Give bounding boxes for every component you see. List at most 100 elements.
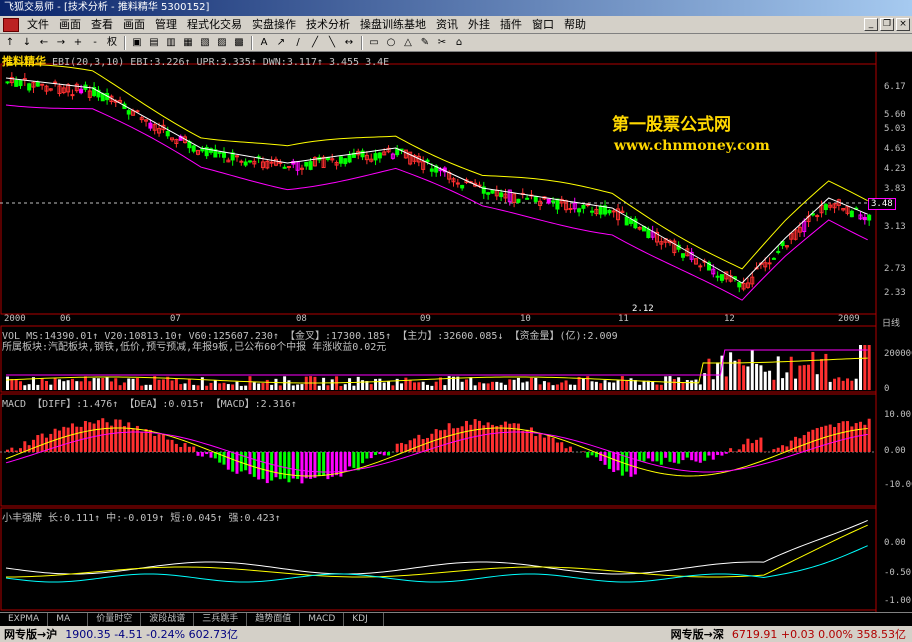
toolbar-button[interactable]: A — [256, 36, 272, 50]
toolbar-button[interactable]: ↗ — [273, 36, 289, 50]
toolbar-button[interactable]: ▨ — [214, 36, 230, 50]
toolbar-button[interactable]: / — [290, 36, 306, 50]
volume-bar — [330, 379, 334, 390]
app-icon[interactable] — [3, 17, 19, 32]
menu-item[interactable]: 画面 — [118, 16, 150, 34]
toolbar-button[interactable]: ✎ — [417, 36, 433, 50]
toolbar-button[interactable]: ▩ — [231, 36, 247, 50]
indicator-tab[interactable]: 三兵跳手 — [194, 613, 248, 626]
indicator-tab[interactable]: MACD — [300, 613, 345, 626]
toolbar-button[interactable]: 权 — [104, 36, 120, 50]
toolbar-button[interactable]: ○ — [383, 36, 399, 50]
macd-bar — [772, 449, 776, 452]
candle-body — [568, 207, 573, 210]
macd-bar — [23, 441, 27, 452]
menu-item[interactable]: 程式化交易 — [182, 16, 247, 34]
menu-item[interactable]: 插件 — [495, 16, 527, 34]
menu-item[interactable]: 操盘训练基地 — [355, 16, 431, 34]
volume-bar — [426, 384, 430, 390]
volume-bar — [62, 381, 66, 390]
indicator-tab[interactable]: EXPMA — [0, 613, 49, 626]
toolbar-button[interactable]: + — [70, 36, 86, 50]
candle-body — [304, 161, 309, 167]
toolbar-button[interactable]: ▭ — [366, 36, 382, 50]
scale-label: -10.00 — [884, 480, 912, 490]
toolbar-separator — [251, 35, 253, 50]
menu-item[interactable]: 帮助 — [559, 16, 591, 34]
toolbar-button[interactable]: △ — [400, 36, 416, 50]
macd-bar — [464, 420, 468, 452]
time-label: 2009 — [838, 314, 860, 324]
indicator-tab[interactable]: MA — [48, 613, 89, 626]
toolbar-button[interactable]: - — [87, 36, 103, 50]
macd-bar — [802, 435, 806, 452]
menu-item[interactable]: 资讯 — [431, 16, 463, 34]
macd-bar — [560, 442, 564, 452]
sh-market-label[interactable]: 网专版→沪 — [0, 626, 61, 642]
toolbar-button[interactable]: ▦ — [180, 36, 196, 50]
restore-icon[interactable]: ❐ — [880, 18, 894, 31]
volume-bar — [244, 385, 248, 390]
candle-body — [200, 148, 205, 152]
macd-bar — [720, 452, 724, 456]
volume-bar — [781, 378, 785, 390]
scale-label: -1.00 — [884, 596, 912, 606]
menu-item[interactable]: 查看 — [86, 16, 118, 34]
menu-item[interactable]: 管理 — [150, 16, 182, 34]
time-label: 09 — [420, 314, 431, 324]
volume-bar — [18, 381, 22, 390]
menu-item[interactable]: 技术分析 — [301, 16, 355, 34]
toolbar-button[interactable]: ▥ — [163, 36, 179, 50]
toolbar-button[interactable]: ↑ — [2, 36, 18, 50]
candle-body — [516, 198, 521, 203]
candle-body — [53, 81, 58, 84]
menu-item[interactable]: 画面 — [54, 16, 86, 34]
macd-bar — [447, 423, 451, 452]
macd-bar — [612, 452, 616, 472]
menu-item[interactable]: 文件 — [22, 16, 54, 34]
toolbar-button[interactable]: ▤ — [146, 36, 162, 50]
macd-bar — [413, 438, 417, 452]
toolbar: ↑ ↓ ← → + - 权 ▣ ▤ ▥ ▦ ▧ ▨ ▩ A ↗ / ╱ ╲ ↔ ▭ ○ △ ✎ ✂ ⌂ — [0, 34, 912, 52]
macd-bar — [400, 442, 404, 452]
indicator-tab[interactable]: KDJ — [344, 613, 385, 626]
macd-bar — [586, 452, 590, 458]
volume-bar — [135, 378, 139, 390]
menu-item[interactable]: 窗口 — [527, 16, 559, 34]
macd-bar — [122, 426, 126, 452]
menu-item[interactable]: 实盘操作 — [247, 16, 301, 34]
toolbar-button[interactable]: ▧ — [197, 36, 213, 50]
volume-bar — [703, 373, 707, 390]
indicator-tab[interactable]: 波段战谱 — [141, 613, 195, 626]
toolbar-button[interactable]: → — [53, 36, 69, 50]
macd-bar — [296, 452, 300, 479]
toolbar-button[interactable]: ╲ — [324, 36, 340, 50]
toolbar-button[interactable]: ↔ — [341, 36, 357, 50]
volume-bar — [503, 384, 507, 390]
toolbar-button[interactable]: ✂ — [434, 36, 450, 50]
volume-bar — [859, 345, 863, 390]
indicator-tab[interactable]: 趋势面值 — [247, 613, 301, 626]
toolbar-button[interactable]: ⌂ — [451, 36, 467, 50]
volume-bar — [612, 382, 616, 390]
macd-bar — [707, 452, 711, 456]
chart-area[interactable]: 推料精华 EBI(20,3,10) EBI:3.226↑ UPR:3.335↑ … — [0, 52, 912, 612]
candle-body — [715, 275, 720, 278]
toolbar-button[interactable]: ▣ — [129, 36, 145, 50]
volume-bar — [391, 385, 395, 390]
toolbar-button[interactable]: ↓ — [19, 36, 35, 50]
indicator-tab[interactable]: 价量时空 — [88, 613, 142, 626]
macd-bar — [27, 445, 31, 452]
menu-item[interactable]: 外挂 — [463, 16, 495, 34]
volume-bar — [672, 379, 676, 390]
toolbar-button[interactable]: ╱ — [307, 36, 323, 50]
volume-bar — [96, 378, 100, 390]
sz-market-label[interactable]: 网专版→深 — [667, 626, 728, 642]
volume-bar — [148, 384, 152, 390]
macd-bar — [477, 420, 481, 452]
close-icon[interactable]: × — [896, 18, 910, 31]
toolbar-button[interactable]: ← — [36, 36, 52, 50]
menu-items: 文件 画面 查看 画面 管理 程式化交易 实盘操作 技术分析 操盘训练基地 资讯 外挂 插件 窗口 帮助 — [22, 16, 591, 34]
minimize-icon[interactable]: _ — [864, 18, 878, 31]
volume-bar — [694, 379, 698, 390]
